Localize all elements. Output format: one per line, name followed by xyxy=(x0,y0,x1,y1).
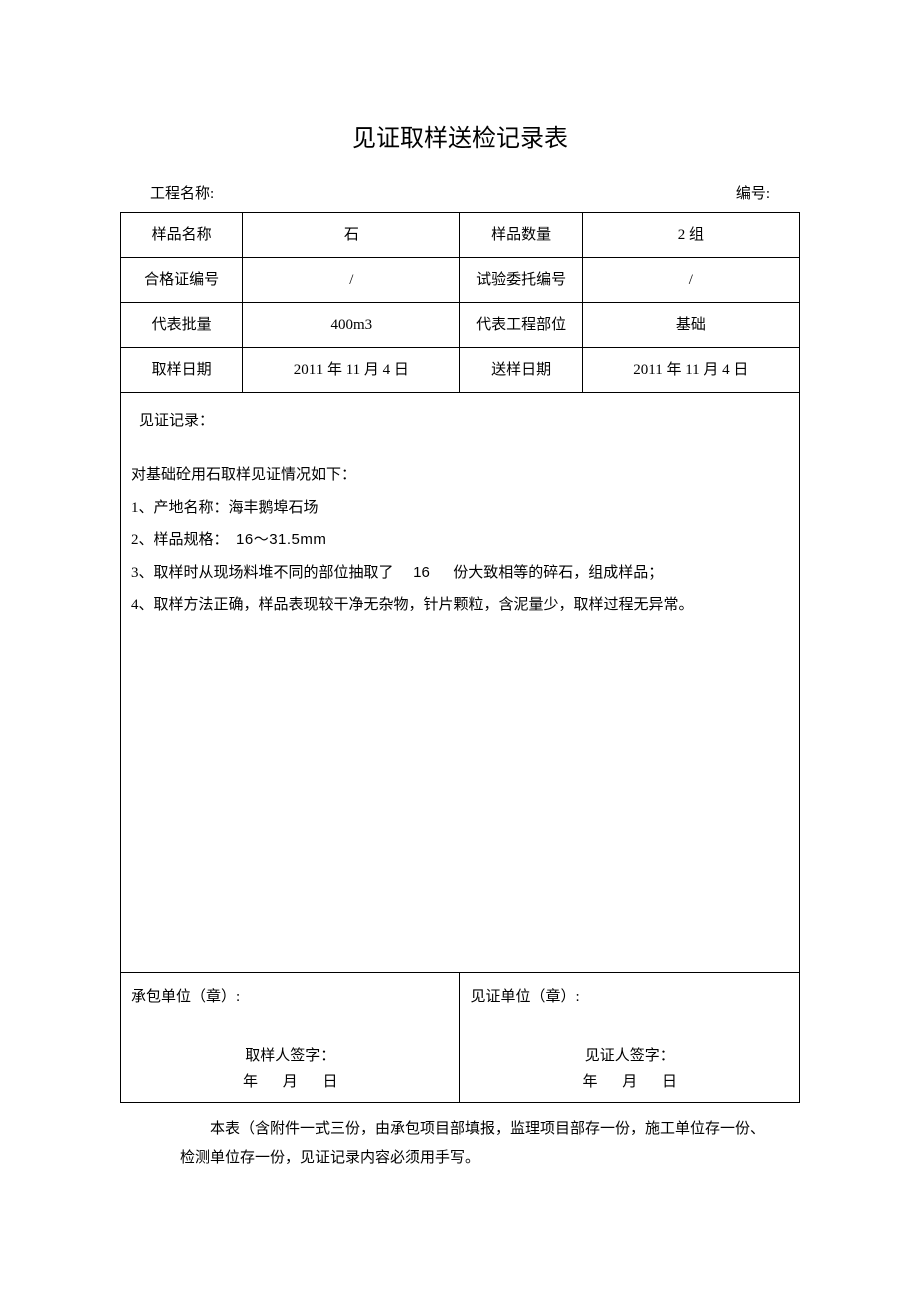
month-label: 月 xyxy=(612,1070,648,1094)
record-line-3-pre: 3、取样时从现场料堆不同的部位抽取了 xyxy=(131,565,394,581)
position-value: 基础 xyxy=(582,303,799,348)
commission-no-label: 试验委托编号 xyxy=(460,258,582,303)
table-row: 承包单位（章）: 取样人签字： 年 月 日 见证单位（章）: 见证人签字： 年 … xyxy=(121,973,800,1103)
record-table: 样品名称 石 样品数量 2 组 合格证编号 / 试验委托编号 / 代表批量 40… xyxy=(120,212,800,1103)
day-label: 日 xyxy=(651,1070,687,1094)
contractor-date-line: 年 月 日 xyxy=(121,1070,459,1094)
serial-number-label: 编号: xyxy=(736,182,770,206)
witness-record-label: 见证记录： xyxy=(139,409,789,433)
table-row: 见证记录： 对基础砼用石取样见证情况如下： 1、产地名称：海丰鹅埠石场 2、样品… xyxy=(121,393,800,973)
record-intro: 对基础砼用石取样见证情况如下： xyxy=(131,461,789,490)
sample-qty-value: 2 组 xyxy=(582,213,799,258)
cert-no-value: / xyxy=(243,258,460,303)
witness-sign-cell: 见证单位（章）: 见证人签字： 年 月 日 xyxy=(460,973,800,1103)
footer-note: 本表（含附件一式三份，由承包项目部填报，监理项目部存一份，施工单位存一份、检测单… xyxy=(180,1115,770,1172)
contractor-unit-label: 承包单位（章）: xyxy=(131,985,449,1009)
commission-no-value: / xyxy=(582,258,799,303)
record-line-3-post: 份大致相等的碎石，组成样品； xyxy=(450,565,664,581)
cert-no-label: 合格证编号 xyxy=(121,258,243,303)
record-line-2: 2、样品规格： 16～31.5mm xyxy=(131,526,789,555)
meta-row: 工程名称: 编号: xyxy=(120,182,800,206)
record-line-1: 1、产地名称：海丰鹅埠石场 xyxy=(131,494,789,523)
contractor-sign-cell: 承包单位（章）: 取样人签字： 年 月 日 xyxy=(121,973,460,1103)
record-line-4: 4、取样方法正确，样品表现较干净无杂物，针片颗粒，含泥量少，取样过程无异常。 xyxy=(131,591,789,620)
batch-value: 400m3 xyxy=(243,303,460,348)
witness-record-cell: 见证记录： 对基础砼用石取样见证情况如下： 1、产地名称：海丰鹅埠石场 2、样品… xyxy=(121,393,800,973)
sampler-sign-label: 取样人签字： xyxy=(121,1044,459,1068)
page-title: 见证取样送检记录表 xyxy=(120,120,800,158)
sampling-date-value: 2011 年 11 月 4 日 xyxy=(243,348,460,393)
table-row: 取样日期 2011 年 11 月 4 日 送样日期 2011 年 11 月 4 … xyxy=(121,348,800,393)
day-label: 日 xyxy=(312,1070,348,1094)
batch-label: 代表批量 xyxy=(121,303,243,348)
year-label: 年 xyxy=(232,1070,268,1094)
position-label: 代表工程部位 xyxy=(460,303,582,348)
submit-date-label: 送样日期 xyxy=(460,348,582,393)
table-row: 合格证编号 / 试验委托编号 / xyxy=(121,258,800,303)
month-label: 月 xyxy=(272,1070,308,1094)
sample-qty-label: 样品数量 xyxy=(460,213,582,258)
sample-name-value: 石 xyxy=(243,213,460,258)
witness-date-line: 年 月 日 xyxy=(460,1070,799,1094)
year-label: 年 xyxy=(572,1070,608,1094)
sample-name-label: 样品名称 xyxy=(121,213,243,258)
witness-unit-label: 见证单位（章）: xyxy=(470,985,789,1009)
record-line-2-spec: 16～31.5mm xyxy=(236,531,326,548)
table-row: 代表批量 400m3 代表工程部位 基础 xyxy=(121,303,800,348)
record-line-2-pre: 2、样品规格： xyxy=(131,532,236,548)
submit-date-value: 2011 年 11 月 4 日 xyxy=(582,348,799,393)
project-name-label: 工程名称: xyxy=(150,182,214,206)
record-line-3-num: 16 xyxy=(394,559,450,588)
sampling-date-label: 取样日期 xyxy=(121,348,243,393)
table-row: 样品名称 石 样品数量 2 组 xyxy=(121,213,800,258)
record-line-3: 3、取样时从现场料堆不同的部位抽取了16 份大致相等的碎石，组成样品； xyxy=(131,559,789,588)
witness-record-body: 对基础砼用石取样见证情况如下： 1、产地名称：海丰鹅埠石场 2、样品规格： 16… xyxy=(131,461,789,620)
witness-sign-label: 见证人签字： xyxy=(460,1044,799,1068)
